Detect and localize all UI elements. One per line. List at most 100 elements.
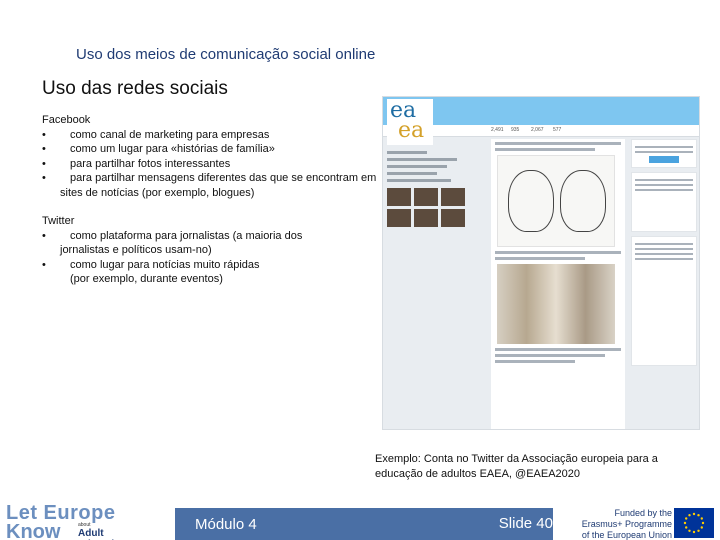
bullet-continuation: sites de notícias (por exemplo, blogues) — [60, 186, 255, 199]
card-line — [635, 253, 693, 255]
logo-text: Know — [6, 521, 61, 540]
bullet-text: como plataforma para jornalistas (a maio… — [70, 229, 303, 242]
eu-stars — [683, 512, 705, 534]
tweet-line — [495, 251, 621, 254]
eu-star-icon — [700, 526, 703, 529]
nav-stat: 577 — [553, 127, 562, 133]
funding-line: Erasmus+ Programme — [581, 519, 672, 529]
card-line — [635, 179, 693, 181]
card-line — [635, 248, 693, 250]
screenshot-caption: Exemplo: Conta no Twitter da Associação … — [375, 452, 685, 482]
tweet-line — [495, 148, 595, 151]
eu-star-icon — [692, 512, 696, 516]
thumbnail — [414, 188, 438, 206]
card-line — [635, 243, 693, 245]
thumbnail — [387, 188, 411, 206]
right-sidebar — [631, 139, 697, 429]
eu-star-icon — [685, 517, 688, 520]
tweet-line — [495, 360, 575, 363]
signup-button[interactable] — [649, 156, 679, 163]
eu-star-icon — [688, 529, 691, 532]
signup-card — [631, 139, 697, 168]
eu-flag-icon — [674, 508, 714, 538]
profile-line — [387, 151, 427, 154]
bullet-icon: • — [42, 229, 46, 242]
caption-line: educação de adultos EAEA, @EAEA2020 — [375, 468, 581, 480]
bullet-icon: • — [42, 172, 46, 185]
eu-star-icon — [697, 514, 700, 517]
funding-line: Funded by the — [614, 508, 672, 518]
eu-star-icon — [701, 521, 705, 525]
bullet-icon: • — [42, 157, 46, 170]
bullet-text: como um lugar para «histórias de família… — [70, 143, 275, 156]
bullet-continuation: (por exemplo, durante eventos) — [70, 273, 223, 286]
portrait-sketch — [560, 170, 606, 232]
erasmus-funding-text: Funded by the Erasmus+ Programme of the … — [572, 508, 672, 540]
logo-tagline: Adult Education — [78, 528, 126, 540]
nav-stat: 935 — [511, 127, 520, 133]
tweet-line — [495, 348, 621, 351]
thumbnail — [414, 209, 438, 227]
profile-line — [387, 158, 457, 161]
profile-column — [387, 147, 471, 427]
bullet-icon: • — [42, 143, 46, 156]
twitter-screenshot: 2,491 935 2,067 577 ea ea — [382, 96, 700, 430]
eu-star-icon — [685, 526, 688, 529]
eu-star-icon — [683, 521, 687, 525]
follow-card — [631, 172, 697, 232]
tweet-line — [495, 257, 585, 260]
eaea-logo: ea ea — [387, 99, 433, 145]
tweet-image-group — [497, 264, 615, 344]
media-thumbnails — [387, 188, 471, 227]
bullet-text: como canal de marketing para empresas — [70, 128, 270, 141]
twitter-section: Twitter • como plataforma para jornalist… — [42, 214, 382, 287]
bullet-icon: • — [42, 258, 46, 271]
bullet-text: para partilhar mensagens diferentes das … — [70, 172, 377, 185]
thumbnail — [387, 209, 411, 227]
card-line — [635, 189, 693, 191]
bullet-item: • como canal de marketing para empresas — [42, 128, 382, 143]
slide-number: Slide 40 — [498, 515, 553, 532]
facebook-section: Facebook • como canal de marketing para … — [42, 113, 382, 201]
header-title: Uso dos meios de comunicação social onli… — [76, 46, 376, 63]
slide-title: Uso das redes sociais — [42, 78, 228, 99]
twitter-heading: Twitter — [42, 215, 75, 227]
nav-stat: 2,067 — [531, 127, 544, 133]
eu-star-icon — [697, 529, 700, 532]
profile-line — [387, 179, 451, 182]
card-line — [635, 184, 693, 186]
card-line — [635, 146, 693, 148]
eu-star-icon — [688, 514, 691, 517]
logo-line: ea — [398, 118, 425, 143]
bullet-item: • como um lugar para «histórias de famíl… — [42, 142, 382, 157]
tweet-image-portraits — [497, 155, 615, 247]
bullet-item: • para partilhar fotos interessantes — [42, 157, 382, 172]
card-line — [635, 151, 693, 153]
bullet-text: para partilhar fotos interessantes — [70, 157, 231, 170]
let-europe-know-logo: Let Europe Know about Adult Education — [2, 502, 152, 540]
thumbnail — [441, 209, 465, 227]
bullet-icon: • — [42, 128, 46, 141]
nav-stat: 2,491 — [491, 127, 504, 133]
bullet-text: como lugar para notícias muito rápidas — [70, 258, 260, 271]
card-line — [635, 258, 693, 260]
profile-line — [387, 172, 437, 175]
funding-line: of the European Union — [581, 530, 672, 540]
profile-line — [387, 165, 447, 168]
tweet-line — [495, 354, 605, 357]
eu-star-icon — [700, 517, 703, 520]
trends-card — [631, 236, 697, 366]
caption-line: Exemplo: Conta no Twitter da Associação … — [375, 453, 658, 465]
bullet-item: • como lugar para notícias muito rápidas — [42, 258, 382, 273]
bullet-continuation: jornalistas e políticos usam-no) — [60, 244, 212, 257]
timeline — [491, 139, 625, 429]
thumbnail — [441, 188, 465, 206]
bullet-item: • para partilhar mensagens diferentes da… — [42, 171, 382, 186]
footer-bar: Módulo 4 Slide 40 — [175, 508, 553, 540]
tweet-line — [495, 142, 621, 145]
module-label: Módulo 4 — [195, 516, 257, 533]
eu-star-icon — [692, 530, 696, 534]
facebook-heading: Facebook — [42, 114, 91, 126]
bullet-item: • como plataforma para jornalistas (a ma… — [42, 229, 382, 244]
portrait-sketch — [508, 170, 554, 232]
